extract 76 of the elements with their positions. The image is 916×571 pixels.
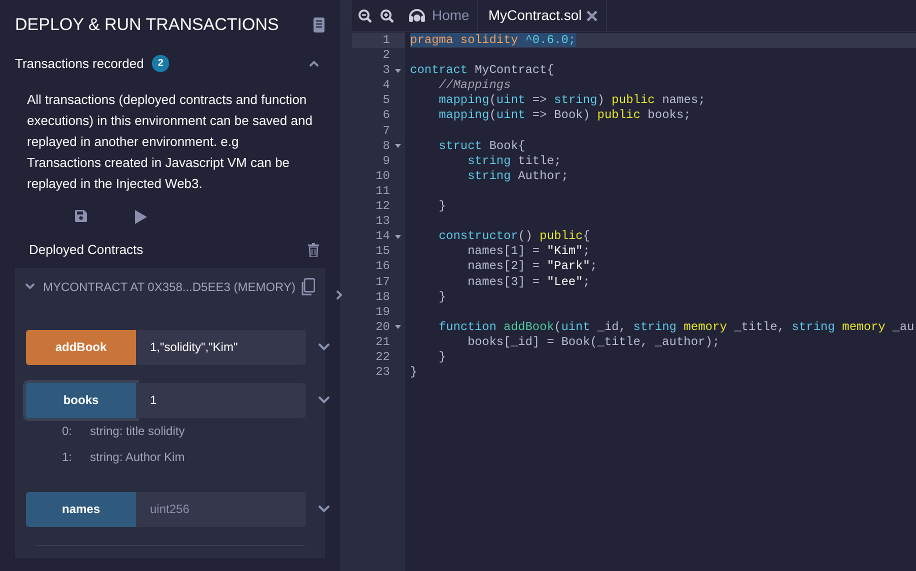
code-line: } <box>438 199 448 214</box>
line-number: 15 <box>374 244 390 260</box>
code-line: function addBook(uint _id, string memory _title, string memory _au <box>438 320 916 335</box>
close-icon[interactable] <box>586 10 598 22</box>
code-line: names[2] = "Park"; <box>466 259 598 274</box>
dropdown-icon[interactable] <box>318 505 330 513</box>
line-number: 5 <box>382 93 390 108</box>
code-line: mapping(uint => Book) public books; <box>438 108 692 124</box>
collapse-icon[interactable] <box>309 60 319 67</box>
line-number: 2 <box>382 48 390 64</box>
section-label: Deployed Contracts <box>29 241 144 259</box>
fold-icon[interactable] <box>394 68 400 73</box>
code-line: names[3] = "Lee"; <box>466 274 592 290</box>
expand-icon[interactable] <box>336 290 343 300</box>
editor-tab[interactable]: Home <box>400 0 478 32</box>
line-number: 11 <box>374 184 390 200</box>
copy-icon[interactable] <box>300 278 315 296</box>
argument-input[interactable]: 1,"solidity","Kim" <box>136 330 306 364</box>
code-line: string title; <box>466 154 562 169</box>
fold-icon[interactable] <box>394 234 400 239</box>
output-value: string: Author Kim <box>90 448 185 466</box>
line-number: 17 <box>374 274 390 290</box>
function-button[interactable]: books <box>26 382 136 418</box>
headset-icon <box>408 8 426 24</box>
code-line: contract MyContract{ <box>410 63 556 78</box>
line-number: 4 <box>382 78 390 94</box>
line-number: 6 <box>382 108 390 124</box>
zoom-out-icon[interactable] <box>358 8 372 22</box>
code-line: } <box>410 365 418 380</box>
line-number: 19 <box>374 304 390 320</box>
argument-input[interactable]: 1 <box>136 382 306 418</box>
line-number: 1 <box>382 33 390 48</box>
code-line: constructor() public{ <box>438 229 592 244</box>
line-number: 21 <box>374 334 390 350</box>
line-number: 14 <box>374 229 390 244</box>
line-number: 18 <box>374 290 390 305</box>
code-line: //Mappings <box>438 78 512 94</box>
code-line: names[1] = "Kim"; <box>466 244 592 260</box>
code-line: } <box>438 290 448 305</box>
play-icon[interactable] <box>135 210 147 224</box>
argument-input[interactable]: uint256 <box>136 492 306 526</box>
line-number: 8 <box>382 138 390 154</box>
line-number: 9 <box>382 154 390 169</box>
code-line: struct Book{ <box>438 138 526 154</box>
panel-title: DEPLOY & RUN TRANSACTIONS <box>15 14 279 36</box>
zoom-in-icon[interactable] <box>380 8 394 22</box>
code-line: books[_id] = Book(_title, _author); <box>466 334 721 350</box>
line-number: 10 <box>374 168 390 184</box>
dropdown-icon[interactable] <box>318 343 330 351</box>
section-label: Transactions recorded <box>15 54 144 72</box>
function-button[interactable]: names <box>26 492 136 526</box>
description-text: All transactions (deployed contracts and function executions) in this environment can be saved and replayed in another environment. e.g Transactions created in Javascript VM can be replayed in the Injected Web3. <box>26 91 314 193</box>
code-line: mapping(uint => string) public names; <box>438 93 706 108</box>
code-line: } <box>438 350 448 366</box>
code-line: string Author; <box>466 168 570 184</box>
count-badge: 2 <box>152 54 170 72</box>
line-number: 16 <box>374 259 390 274</box>
line-number: 3 <box>382 63 390 78</box>
editor-tab[interactable]: MyContract.sol <box>478 0 607 32</box>
line-number: 12 <box>374 199 390 214</box>
line-number: 22 <box>374 350 390 366</box>
line-number: 23 <box>374 365 390 380</box>
save-icon[interactable] <box>75 210 87 222</box>
line-number: 7 <box>382 124 390 139</box>
contract-title: MYCONTRACT AT 0X358...D5EE3 (MEMORY) <box>43 278 296 296</box>
book-icon[interactable] <box>313 16 325 33</box>
fold-icon[interactable] <box>394 325 400 330</box>
line-number: 20 <box>374 320 390 335</box>
output-value: string: title solidity <box>90 422 185 440</box>
collapse-icon[interactable] <box>25 283 35 290</box>
dropdown-icon[interactable] <box>318 396 330 404</box>
trash-icon[interactable] <box>308 242 319 257</box>
line-number: 13 <box>374 214 390 230</box>
fold-icon[interactable] <box>394 144 400 148</box>
output-index: 0: <box>62 422 72 440</box>
output-index: 1: <box>62 448 72 466</box>
